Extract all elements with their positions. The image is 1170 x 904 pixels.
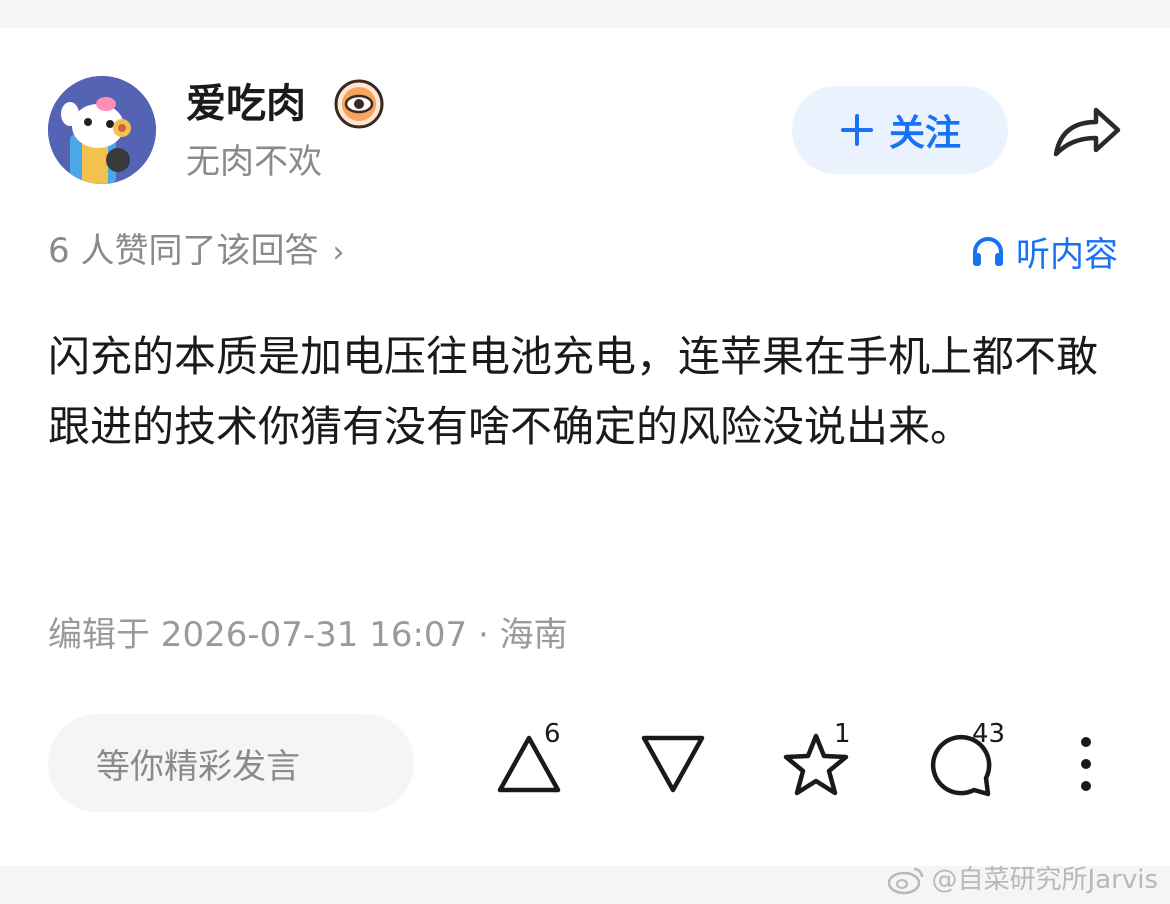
more-dots-icon <box>1081 737 1091 791</box>
author-name[interactable]: 爱吃肉 <box>186 80 306 128</box>
star-count: 1 <box>834 719 851 749</box>
comment-input[interactable]: 等你精彩发言 <box>48 714 414 812</box>
more-options-button[interactable] <box>1072 726 1100 806</box>
upvote-button[interactable]: 6 <box>494 720 574 806</box>
downvote-triangle-icon <box>641 735 705 793</box>
author-bio: 无肉不欢 <box>186 142 322 182</box>
follow-button[interactable]: 关注 <box>792 86 1008 174</box>
eye-badge-icon[interactable] <box>333 78 385 130</box>
likes-summary-text: 6 人赞同了该回答 <box>48 231 319 271</box>
headphones-icon <box>973 237 1003 266</box>
upvote-count: 6 <box>544 719 561 749</box>
comment-placeholder: 等你精彩发言 <box>96 746 300 787</box>
comment-button[interactable]: 43 <box>926 720 1016 806</box>
top-separator <box>0 0 1170 28</box>
listen-label: 听内容 <box>1016 234 1118 275</box>
comment-count: 43 <box>972 719 1006 749</box>
edit-info: 编辑于 2026-07-31 16:07 · 海南 <box>48 615 568 655</box>
favorite-button[interactable]: 1 <box>780 720 860 806</box>
downvote-button[interactable] <box>638 726 708 806</box>
likes-summary-link[interactable]: 6 人赞同了该回答 › <box>48 228 344 276</box>
plus-icon <box>840 114 873 146</box>
answer-text: 闪充的本质是加电压往电池充电，连苹果在手机上都不敢跟进的技术你猜有没有啥不确定的… <box>48 332 1099 451</box>
weibo-icon <box>887 867 923 895</box>
watermark-text: @自菜研究所Jarvis <box>931 865 1158 895</box>
watermark: @自菜研究所Jarvis <box>886 862 1158 898</box>
avatar-illustration <box>48 76 156 184</box>
chevron-right-icon: › <box>332 235 345 270</box>
follow-label: 关注 <box>888 113 961 154</box>
author-avatar[interactable] <box>48 76 156 184</box>
share-arrow-icon[interactable] <box>1050 102 1124 160</box>
listen-button[interactable]: 听内容 <box>970 228 1118 275</box>
